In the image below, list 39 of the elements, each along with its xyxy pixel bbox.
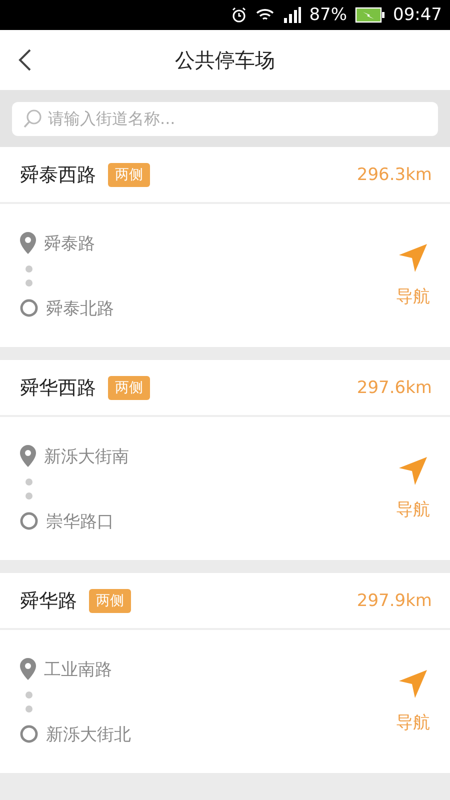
navigation-arrow-icon (398, 456, 428, 486)
end-street: 新泺大街北 (46, 724, 131, 746)
parking-card[interactable]: 舜泰西路 两侧 296.3km 舜泰路 舜泰北路 导航 (0, 147, 450, 347)
side-tag: 两侧 (89, 588, 131, 612)
location-pin-icon (20, 658, 36, 680)
parking-card[interactable]: 舜华西路 两侧 297.6km 新泺大街南 崇华路口 导航 (0, 360, 450, 560)
location-pin-icon (20, 232, 36, 254)
ring-icon (20, 299, 38, 317)
side-tag: 两侧 (108, 162, 150, 186)
route-dots-icon (25, 690, 33, 712)
distance: 297.6km (356, 378, 432, 398)
search-icon (23, 108, 43, 128)
battery-charging-icon (355, 7, 385, 23)
search-field[interactable]: 请输入街道名称... (12, 102, 438, 136)
street-name: 舜泰西路 (20, 162, 96, 188)
location-pin-icon (20, 445, 36, 467)
start-street: 工业南路 (44, 658, 112, 680)
ring-icon (20, 512, 38, 530)
route-dots-icon (25, 478, 33, 500)
distance: 297.9km (356, 590, 432, 610)
route-dots-icon (25, 264, 33, 286)
navigation-arrow-icon (398, 243, 428, 273)
clock-time: 09:47 (393, 5, 442, 25)
start-street: 新泺大街南 (44, 446, 129, 468)
end-street: 舜泰北路 (46, 298, 114, 320)
street-name: 舜华西路 (20, 376, 96, 400)
battery-percent: 87% (309, 5, 347, 25)
side-tag: 两侧 (108, 376, 150, 400)
page-title: 公共停车场 (175, 46, 275, 74)
parking-card[interactable]: 舜华路 两侧 297.9km 工业南路 新泺大街北 导航 (0, 573, 450, 773)
back-icon[interactable] (18, 48, 32, 72)
ring-icon (20, 725, 38, 743)
start-street: 舜泰路 (44, 232, 95, 254)
alarm-icon (231, 7, 248, 23)
navigation-arrow-icon (398, 669, 428, 699)
street-name: 舜华路 (20, 588, 77, 614)
end-street: 崇华路口 (46, 510, 114, 532)
signal-icon (283, 7, 302, 23)
distance: 296.3km (356, 164, 432, 184)
